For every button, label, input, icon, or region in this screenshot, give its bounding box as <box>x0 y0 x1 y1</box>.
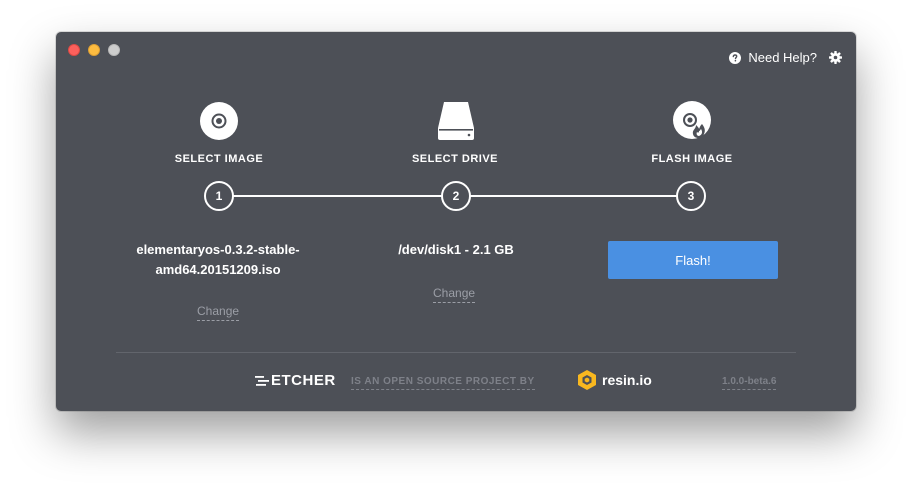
change-image-link[interactable]: Change <box>197 304 240 321</box>
selected-image-name: elementaryos-0.3.2-stable- amd64.2015120… <box>108 240 328 280</box>
etcher-speed-lines-icon <box>255 375 269 386</box>
disc-icon[interactable] <box>199 100 239 142</box>
step-number-3: 3 <box>676 181 706 211</box>
etcher-logo-link[interactable]: ETCHER <box>255 372 336 389</box>
resin-logo-link[interactable]: resin.io <box>576 369 652 391</box>
step-number-1: 1 <box>204 181 234 211</box>
open-source-text: IS AN OPEN SOURCE PROJECT BY <box>351 376 535 390</box>
selected-drive-label: /dev/disk1 - 2.1 GB <box>398 242 514 257</box>
need-help-link[interactable]: Need Help? <box>729 50 829 65</box>
window-controls <box>68 44 120 56</box>
version-link[interactable]: 1.0.0-beta.6 <box>722 376 777 390</box>
resin-cube-icon <box>578 370 596 390</box>
app-window: Need Help? SELECT IMAGE SELECT DRIVE FLA… <box>56 32 856 411</box>
resin-logo-text: resin.io <box>602 372 652 388</box>
step-title-flash-image: FLASH IMAGE <box>651 153 733 165</box>
close-window-button[interactable] <box>68 44 80 56</box>
need-help-label: Need Help? <box>748 50 817 65</box>
open-source-link[interactable]: IS AN OPEN SOURCE PROJECT BY <box>351 376 535 390</box>
header-actions: Need Help? <box>729 50 842 65</box>
question-circle-icon <box>729 51 742 64</box>
step-title-select-drive: SELECT DRIVE <box>411 153 499 165</box>
drive-icon[interactable] <box>436 100 476 142</box>
minimize-window-button[interactable] <box>88 44 100 56</box>
step-number-2: 2 <box>441 181 471 211</box>
step-title-select-image: SELECT IMAGE <box>174 153 264 165</box>
change-drive-link[interactable]: Change <box>433 286 476 303</box>
flash-disc-icon <box>673 101 711 139</box>
selected-image-line-1: elementaryos-0.3.2-stable- <box>136 242 300 257</box>
gear-icon[interactable] <box>829 51 842 64</box>
footer-divider <box>116 352 796 353</box>
footer: ETCHER IS AN OPEN SOURCE PROJECT BY resi… <box>56 368 856 394</box>
selected-image-line-2: amd64.20151209.iso <box>155 262 281 277</box>
flash-button[interactable]: Flash! <box>608 241 778 279</box>
etcher-logo-text: ETCHER <box>271 372 336 389</box>
zoom-window-button[interactable] <box>108 44 120 56</box>
